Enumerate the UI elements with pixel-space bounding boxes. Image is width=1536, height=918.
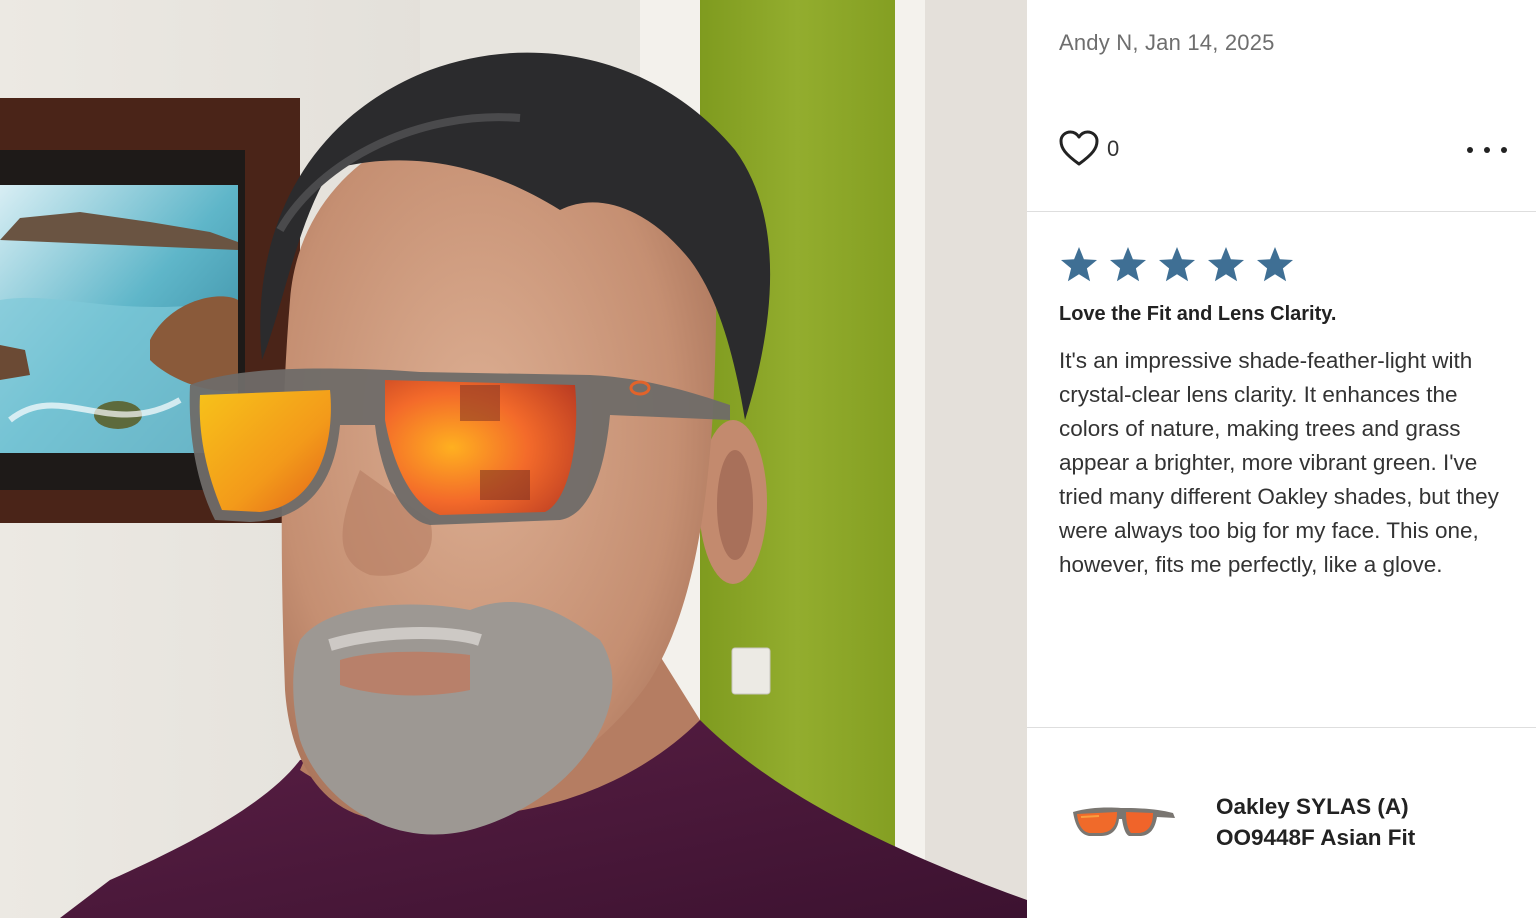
menu-dot (1501, 147, 1507, 153)
star-filled-icon (1159, 247, 1195, 282)
star-filled-icon (1257, 247, 1293, 282)
more-horizontal-icon[interactable] (1467, 136, 1507, 164)
review-photo[interactable] (0, 0, 1027, 918)
menu-dot (1467, 147, 1473, 153)
review-title: Love the Fit and Lens Clarity. (1059, 303, 1337, 325)
product-thumbnail[interactable] (1069, 790, 1179, 850)
product-name[interactable]: Oakley SYLAS (A) OO9448F Asian Fit (1216, 791, 1516, 853)
divider-top (1027, 211, 1536, 212)
like-button[interactable]: 0 (1059, 130, 1119, 168)
review-panel: Andy N, Jan 14, 2025 0 Love the Fit and … (1027, 0, 1536, 918)
product-sku: OO9448F Asian Fit (1216, 825, 1416, 850)
rating-stars (1059, 246, 1304, 284)
review-author-date: Andy N, Jan 14, 2025 (1059, 30, 1275, 55)
star-filled-icon (1061, 247, 1097, 282)
menu-dot (1484, 147, 1490, 153)
star-filled-icon (1110, 247, 1146, 282)
star-filled-icon (1208, 247, 1244, 282)
product-model: Oakley SYLAS (A) (1216, 794, 1409, 819)
like-count: 0 (1107, 136, 1120, 161)
review-body: It's an impressive shade-feather-light w… (1059, 348, 1499, 577)
divider-bottom (1027, 727, 1536, 728)
heart-outline-icon[interactable] (1059, 130, 1099, 168)
